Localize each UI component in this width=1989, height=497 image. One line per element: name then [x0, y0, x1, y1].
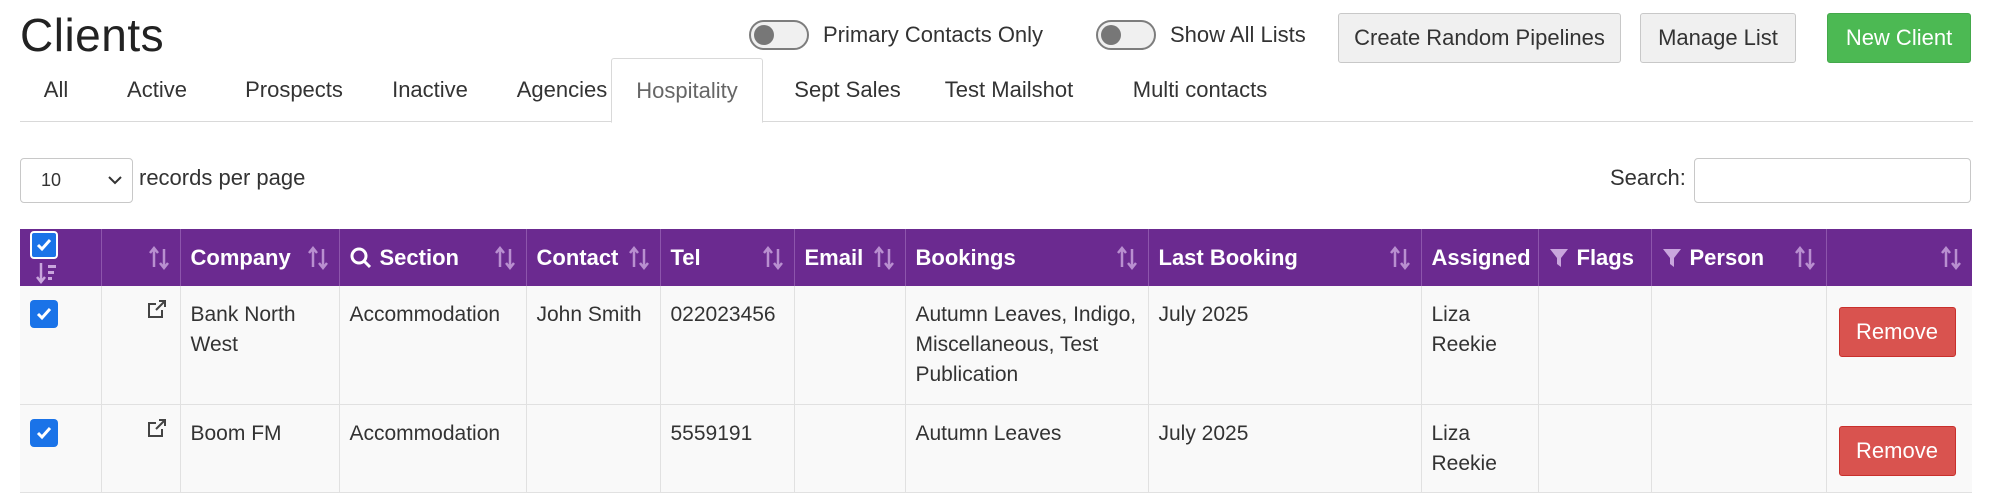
sort-icon[interactable] [494, 246, 516, 270]
sort-icon[interactable] [1794, 246, 1816, 270]
row-link-cell [100, 404, 180, 493]
records-per-page-select[interactable]: 10 [20, 158, 133, 203]
cell-tel: 022023456 [659, 286, 794, 405]
column-label: Company [190, 244, 291, 270]
cell-contact: John Smith [525, 286, 660, 405]
tab-sept-sales[interactable]: Sept Sales [775, 58, 920, 122]
tab-inactive[interactable]: Inactive [370, 58, 490, 122]
column-bookings[interactable]: Bookings [904, 229, 1148, 286]
cell-company: Bank North West [179, 286, 339, 405]
column-label: Assigned [1431, 244, 1531, 270]
table-row: Boom FM Accommodation 5559191 Autumn Lea… [20, 404, 1972, 493]
sort-desc-icon[interactable] [36, 261, 58, 285]
row-link-cell [100, 286, 180, 405]
row-select-cell [20, 404, 101, 493]
records-per-page-label: records per page [139, 165, 306, 190]
column-last-booking[interactable]: Last Booking [1147, 229, 1421, 286]
cell-person [1650, 286, 1826, 405]
tab-all[interactable]: All [20, 58, 92, 122]
page-title: Clients [20, 9, 165, 61]
column-actions[interactable] [1825, 229, 1972, 286]
cell-flags [1537, 286, 1651, 405]
search-input[interactable] [1694, 158, 1971, 203]
clients-table: Company Section Contact Tel Email Bookin… [20, 229, 1972, 493]
sort-icon[interactable] [1389, 246, 1411, 270]
row-checkbox[interactable] [30, 418, 58, 447]
column-label: Bookings [915, 244, 1016, 270]
column-label: Last Booking [1158, 244, 1298, 270]
external-link-icon[interactable] [146, 298, 168, 320]
column-company[interactable]: Company [179, 229, 339, 286]
cell-contact [525, 404, 660, 493]
create-random-pipelines-button[interactable]: Create Random Pipelines [1338, 13, 1621, 63]
column-label: Person [1689, 244, 1765, 270]
select-all-header[interactable] [20, 229, 101, 286]
row-checkbox[interactable] [30, 300, 58, 328]
sort-icon[interactable] [1940, 246, 1962, 270]
column-person[interactable]: Person [1650, 229, 1826, 286]
cell-section: Accommodation [338, 286, 526, 405]
cell-email [793, 286, 905, 405]
column-label: Email [804, 244, 864, 270]
remove-button[interactable]: Remove [1838, 307, 1956, 357]
cell-action: Remove [1825, 286, 1972, 405]
column-label: Flags [1576, 244, 1634, 270]
cell-bookings: Autumn Leaves [904, 404, 1148, 493]
cell-last-booking: July 2025 [1147, 404, 1421, 493]
select-value: 10 [41, 170, 62, 190]
column-assigned[interactable]: Assigned [1420, 229, 1538, 286]
column-link[interactable] [100, 229, 180, 286]
primary-contacts-toggle[interactable]: Primary Contacts Only [749, 20, 1043, 50]
column-contact[interactable]: Contact [525, 229, 660, 286]
cell-assigned: Liza Reekie [1420, 404, 1538, 493]
external-link-icon[interactable] [146, 417, 168, 439]
tab-test-mailshot[interactable]: Test Mailshot [922, 58, 1096, 122]
column-email[interactable]: Email [793, 229, 905, 286]
cell-person [1650, 404, 1826, 493]
tab-multi-contacts[interactable]: Multi contacts [1106, 58, 1294, 122]
toggle-switch[interactable] [1096, 20, 1156, 50]
toggle-label: Show All Lists [1170, 22, 1306, 47]
cell-bookings: Autumn Leaves, Indigo, Miscellaneous, Te… [904, 286, 1148, 405]
cell-tel: 5559191 [659, 404, 794, 493]
sort-icon[interactable] [873, 246, 895, 270]
column-tel[interactable]: Tel [659, 229, 794, 286]
new-client-button[interactable]: New Client [1827, 13, 1971, 63]
search-icon[interactable] [350, 247, 372, 269]
manage-list-button[interactable]: Manage List [1640, 13, 1796, 63]
cell-last-booking: July 2025 [1147, 286, 1421, 405]
list-tabs: All Active Prospects Inactive Agencies H… [20, 58, 1973, 123]
table-header-row: Company Section Contact Tel Email Bookin… [20, 229, 1972, 286]
tab-active[interactable]: Active [102, 58, 212, 122]
cell-assigned: Liza Reekie [1420, 286, 1538, 405]
filter-icon[interactable] [1549, 247, 1569, 269]
cell-section: Accommodation [338, 404, 526, 493]
select-all-checkbox[interactable] [30, 230, 58, 259]
column-label: Contact [536, 244, 619, 270]
sort-icon[interactable] [148, 246, 170, 270]
show-all-lists-toggle[interactable]: Show All Lists [1096, 20, 1306, 50]
sort-icon[interactable] [762, 246, 784, 270]
search-label: Search: [1610, 165, 1686, 190]
tab-hospitality[interactable]: Hospitality [611, 58, 763, 123]
tab-prospects[interactable]: Prospects [222, 58, 366, 122]
remove-button[interactable]: Remove [1838, 425, 1956, 476]
cell-flags [1537, 404, 1651, 493]
filter-icon[interactable] [1662, 247, 1682, 269]
column-flags[interactable]: Flags [1537, 229, 1651, 286]
column-label: Tel [670, 244, 701, 270]
sort-icon[interactable] [307, 246, 329, 270]
toggle-label: Primary Contacts Only [823, 22, 1044, 47]
sort-icon[interactable] [1116, 246, 1138, 270]
table-row: Bank North West Accommodation John Smith… [20, 286, 1972, 405]
cell-action: Remove [1825, 404, 1972, 493]
toggle-switch[interactable] [749, 20, 809, 50]
cell-company: Boom FM [179, 404, 339, 493]
row-select-cell [20, 286, 101, 405]
column-label: Section [379, 244, 459, 270]
cell-email [793, 404, 905, 493]
column-section[interactable]: Section [338, 229, 526, 286]
sort-icon[interactable] [628, 246, 650, 270]
chevron-down-icon [108, 176, 122, 185]
